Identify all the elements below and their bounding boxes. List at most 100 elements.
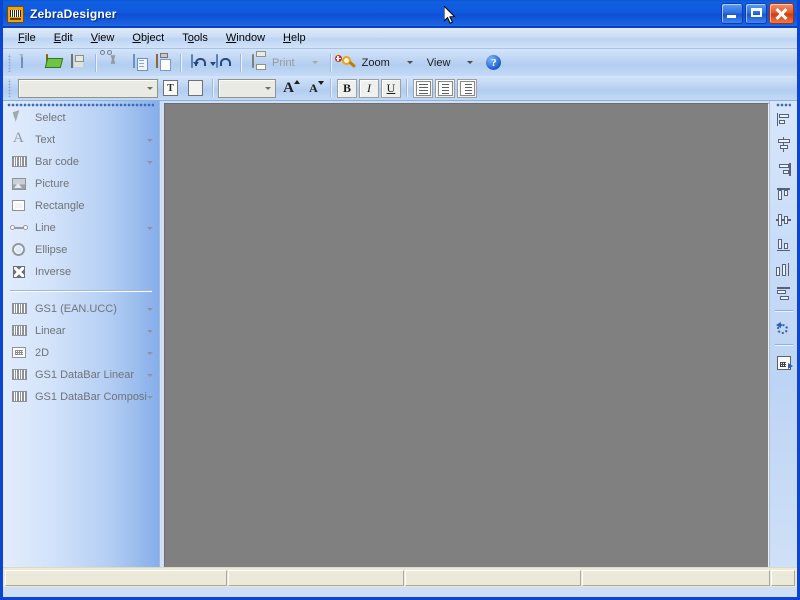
save-document-button[interactable] <box>67 52 90 74</box>
sidebar-item-bar-code[interactable]: Bar code <box>3 151 159 173</box>
text-field-button[interactable]: T <box>159 77 182 99</box>
chevron-down-icon[interactable] <box>147 329 153 333</box>
align-objects-bottom-icon <box>776 237 792 252</box>
datamatrix-icon <box>11 345 28 361</box>
align-center-objects-button[interactable] <box>772 133 796 156</box>
sidebar-item-line[interactable]: Line <box>3 217 159 239</box>
sidebar-item-2d[interactable]: 2D <box>3 342 159 364</box>
menu-help[interactable]: Help <box>274 30 315 46</box>
undo-arrow-icon <box>190 53 207 71</box>
sidebar-item-select[interactable]: Select <box>3 107 159 129</box>
print-label: Print <box>272 56 295 69</box>
minimize-button[interactable] <box>721 3 743 24</box>
object-properties-button[interactable] <box>772 351 796 374</box>
menu-object[interactable]: Object <box>123 30 173 46</box>
sidebar-item-linear[interactable]: Linear <box>3 320 159 342</box>
view-dropdown-button[interactable] <box>457 52 480 74</box>
undo-button[interactable] <box>187 52 210 74</box>
toolbar-grip[interactable] <box>7 79 13 97</box>
align-left-icon <box>415 80 431 96</box>
sidebar-item-gs1-databar-linear[interactable]: GS1 DataBar Linear <box>3 364 159 386</box>
align-bottom-objects-button[interactable] <box>772 233 796 256</box>
printer-icon <box>252 53 268 71</box>
distribute-vertically-button[interactable] <box>772 283 796 306</box>
menu-view[interactable]: View <box>82 30 124 46</box>
align-objects-center-icon <box>776 137 792 152</box>
align-center-button[interactable] <box>435 78 455 98</box>
menu-tools[interactable]: Tools <box>173 30 217 46</box>
align-right-objects-button[interactable] <box>772 158 796 181</box>
chevron-down-icon[interactable] <box>147 351 153 355</box>
sidebar-item-ellipse[interactable]: Ellipse <box>3 239 159 261</box>
toolbar-separator <box>774 344 793 346</box>
shrink-font-button[interactable]: A <box>302 77 325 99</box>
line-icon <box>10 220 28 236</box>
distribute-horizontal-icon <box>775 262 792 277</box>
menu-window[interactable]: Window <box>217 30 274 46</box>
sidebar-item-gs1-databar-composite[interactable]: GS1 DataBar Composite <box>3 386 159 408</box>
picture-icon <box>11 176 28 192</box>
chevron-down-icon[interactable] <box>147 307 153 311</box>
sidebar-item-label: Ellipse <box>35 244 68 256</box>
text-mask-button[interactable] <box>184 77 207 99</box>
toolbar-grip[interactable] <box>7 53 13 72</box>
font-family-select[interactable] <box>18 78 158 98</box>
underline-button[interactable]: U <box>381 78 401 98</box>
barcode-icon <box>11 323 28 339</box>
sidebar-item-label: Inverse <box>35 266 72 278</box>
align-right-button[interactable] <box>457 78 477 98</box>
align-right-icon <box>459 80 475 96</box>
paste-button[interactable] <box>152 52 175 74</box>
align-left-button[interactable] <box>413 78 433 98</box>
align-left-objects-button[interactable] <box>772 108 796 131</box>
sidebar-item-picture[interactable]: Picture <box>3 173 159 195</box>
chevron-down-icon <box>261 80 275 97</box>
rotate-object-button[interactable] <box>772 317 796 340</box>
view-button[interactable]: View <box>422 52 456 74</box>
chevron-down-icon[interactable] <box>147 395 153 399</box>
menu-file[interactable]: File <box>9 30 45 46</box>
chevron-down-icon[interactable] <box>147 373 153 377</box>
sidebar-item-rectangle[interactable]: Rectangle <box>3 195 159 217</box>
sidebar-item-inverse[interactable]: Inverse <box>3 261 159 283</box>
maximize-button[interactable] <box>745 3 767 24</box>
sidebar-item-label: GS1 (EAN.UCC) <box>35 303 117 315</box>
format-toolbar: T A A B I U <box>3 76 797 101</box>
main-body: Select A Text Bar code Picture Rectangle <box>3 101 797 567</box>
text-field-icon: T <box>163 80 179 96</box>
sidebar-item-label: Rectangle <box>35 200 85 212</box>
bold-button[interactable]: B <box>337 78 357 98</box>
design-canvas[interactable] <box>164 103 769 567</box>
cut-button[interactable] <box>99 49 125 74</box>
object-properties-icon <box>776 355 793 370</box>
redo-button[interactable] <box>212 52 235 74</box>
sidebar-item-text[interactable]: A Text <box>3 129 159 151</box>
increase-font-icon: A <box>283 79 300 96</box>
chevron-down-icon[interactable] <box>147 138 153 142</box>
print-button[interactable]: Print <box>247 52 300 74</box>
close-button[interactable] <box>769 3 794 24</box>
italic-button[interactable]: I <box>359 78 379 98</box>
new-document-button[interactable] <box>17 52 40 74</box>
align-objects-top-icon <box>776 187 792 202</box>
help-button[interactable]: ? <box>482 52 505 74</box>
zoom-button[interactable]: Zoom <box>334 52 395 74</box>
menu-edit[interactable]: Edit <box>45 30 82 46</box>
font-size-select[interactable] <box>218 78 276 98</box>
chevron-down-icon <box>143 80 157 97</box>
align-top-objects-button[interactable] <box>772 183 796 206</box>
chevron-down-icon[interactable] <box>147 160 153 164</box>
open-folder-icon <box>45 53 62 71</box>
print-dropdown-button[interactable] <box>302 52 325 74</box>
sidebar-item-gs1-ean-ucc[interactable]: GS1 (EAN.UCC) <box>3 298 159 320</box>
grow-font-button[interactable]: A <box>277 77 300 99</box>
distribute-horizontally-button[interactable] <box>772 258 796 281</box>
chevron-down-icon[interactable] <box>147 226 153 230</box>
sidebar-divider <box>10 290 152 292</box>
open-document-button[interactable] <box>42 52 65 74</box>
zoom-dropdown-button[interactable] <box>397 52 420 74</box>
align-objects-middle-icon <box>775 212 792 227</box>
align-middle-objects-button[interactable] <box>772 208 796 231</box>
sidebar-item-label: Bar code <box>35 156 80 168</box>
copy-button[interactable] <box>127 52 150 74</box>
